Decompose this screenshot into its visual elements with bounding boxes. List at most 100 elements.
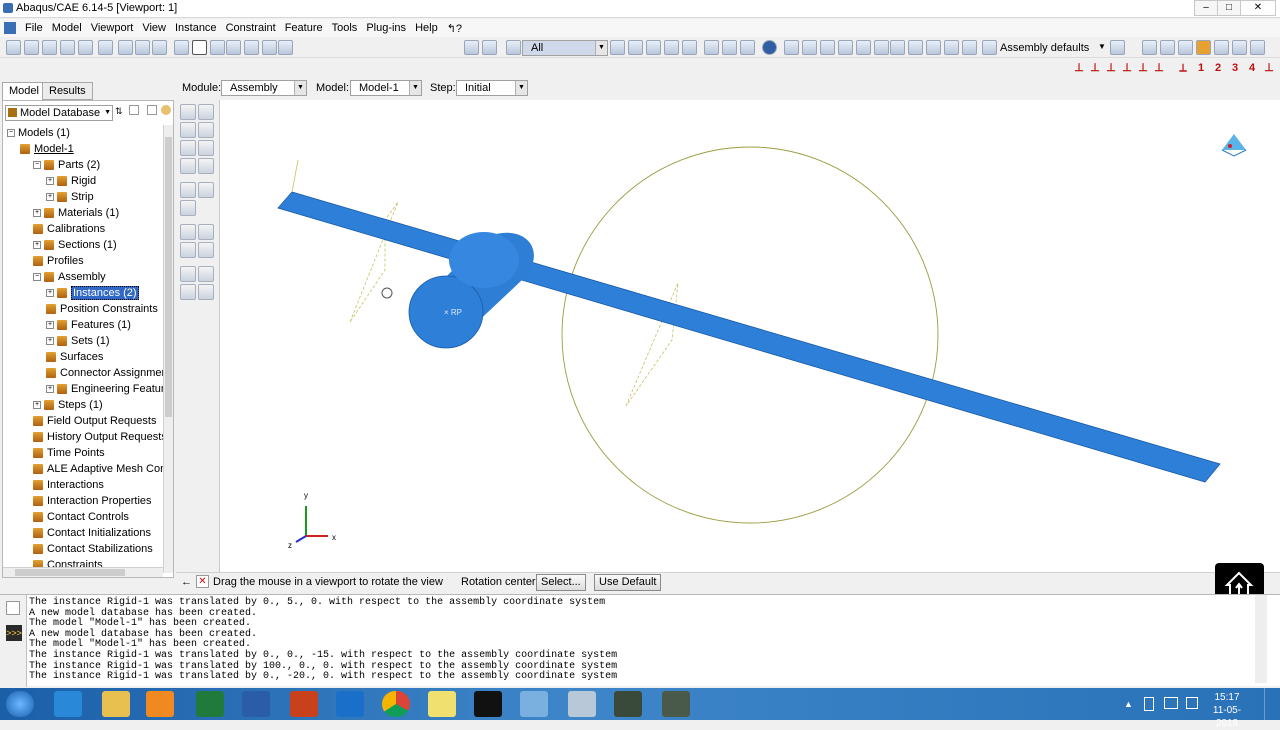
- view-front-icon[interactable]: ⊥: [1072, 61, 1086, 75]
- tab-model[interactable]: Model: [2, 82, 46, 100]
- collapse-icon[interactable]: −: [7, 129, 15, 138]
- list-icon[interactable]: [962, 40, 977, 55]
- color-code-icon[interactable]: [1110, 40, 1125, 55]
- grid-icon[interactable]: [1250, 40, 1265, 55]
- tree-item[interactable]: Interactions: [33, 477, 104, 493]
- network-icon[interactable]: [1164, 697, 1178, 709]
- expand-icon[interactable]: +: [33, 209, 41, 218]
- tree-item[interactable]: Contact Initializations: [33, 525, 151, 541]
- shaded-render-icon[interactable]: [1142, 40, 1157, 55]
- box-zoom-icon[interactable]: [226, 40, 241, 55]
- tree-item[interactable]: − Parts (2): [33, 157, 100, 173]
- rotate-instance-icon[interactable]: [180, 140, 196, 156]
- info-icon[interactable]: [762, 40, 777, 55]
- rotate-icon[interactable]: [192, 40, 207, 55]
- tree-item[interactable]: Field Output Requests: [33, 413, 156, 429]
- table-icon[interactable]: [944, 40, 959, 55]
- ruler-icon[interactable]: [464, 40, 479, 55]
- command-prompt-icon[interactable]: [474, 691, 502, 717]
- start-button[interactable]: [6, 691, 34, 717]
- media-player-icon[interactable]: [146, 691, 174, 717]
- menu-file[interactable]: File: [20, 22, 47, 34]
- expand-icon[interactable]: +: [46, 385, 54, 394]
- view-right-icon[interactable]: ⊥: [1152, 61, 1166, 75]
- ruler-2-icon[interactable]: [482, 40, 497, 55]
- tool-icon[interactable]: [98, 40, 113, 55]
- view-manager-icon[interactable]: [278, 40, 293, 55]
- print-icon[interactable]: [60, 40, 75, 55]
- assembly-icon[interactable]: [152, 40, 167, 55]
- assembly-model-view[interactable]: × RP y x z: [220, 100, 1280, 572]
- render-style-icon[interactable]: [982, 40, 997, 55]
- datum-point-icon[interactable]: [180, 224, 196, 240]
- open-icon[interactable]: [24, 40, 39, 55]
- back-arrow-icon[interactable]: ←: [181, 576, 192, 588]
- tree-item[interactable]: Connector Assignments: [46, 365, 163, 381]
- redo-icon[interactable]: [1232, 40, 1247, 55]
- query-icon[interactable]: [856, 40, 871, 55]
- tree-vertical-scrollbar[interactable]: [163, 125, 173, 573]
- app-taskbar-icon-2[interactable]: [662, 691, 690, 717]
- powerpoint-icon[interactable]: [290, 691, 318, 717]
- view-1-button[interactable]: 1: [1194, 61, 1208, 75]
- radial-pattern-icon[interactable]: [180, 122, 196, 138]
- tree-item[interactable]: + Rigid: [46, 173, 96, 189]
- filter-tree-icon[interactable]: [147, 105, 157, 115]
- text-annotation-icon[interactable]: [908, 40, 923, 55]
- cube-shaded-icon[interactable]: [740, 40, 755, 55]
- viewport-cascade-icon[interactable]: [820, 40, 835, 55]
- menu-view[interactable]: View: [137, 22, 170, 34]
- viewer-icon[interactable]: [568, 691, 596, 717]
- print-setup-icon[interactable]: [78, 40, 93, 55]
- face-to-face-icon[interactable]: [198, 182, 214, 198]
- use-default-button[interactable]: Use Default: [594, 574, 662, 591]
- model-database-dropdown[interactable]: Model Database ▼: [5, 105, 113, 121]
- menu-plugins[interactable]: Plug-ins: [361, 22, 410, 34]
- minimize-button[interactable]: –: [1194, 0, 1218, 16]
- cube-icon[interactable]: [722, 40, 737, 55]
- select-box-icon[interactable]: [628, 40, 643, 55]
- expand-icon[interactable]: +: [33, 241, 41, 250]
- triad-tool-icon[interactable]: [198, 266, 214, 282]
- system-clock[interactable]: 15:17 11-05-2018: [1204, 691, 1250, 730]
- view-3-button[interactable]: 3: [1228, 61, 1242, 75]
- sort-icon[interactable]: ⇅: [115, 106, 123, 117]
- menu-instance[interactable]: Instance: [170, 22, 221, 34]
- volume-icon[interactable]: [1186, 697, 1198, 709]
- expand-icon[interactable]: +: [46, 177, 54, 186]
- tree-item[interactable]: Contact Controls: [33, 509, 129, 525]
- message-scrollbar[interactable]: [1255, 595, 1267, 683]
- translate-instance-icon[interactable]: [198, 122, 214, 138]
- wireframe-render-icon[interactable]: [1160, 40, 1175, 55]
- chrome-icon[interactable]: [382, 691, 410, 717]
- show-desktop-button[interactable]: [1264, 688, 1278, 720]
- tree-item[interactable]: Profiles: [33, 253, 84, 269]
- lights-icon[interactable]: [1196, 40, 1211, 55]
- new-icon[interactable]: [6, 40, 21, 55]
- view-2-button[interactable]: 2: [1211, 61, 1225, 75]
- pointer-icon[interactable]: [926, 40, 941, 55]
- cycle-views-icon[interactable]: [262, 40, 277, 55]
- tree-item[interactable]: + Sections (1): [33, 237, 117, 253]
- cancel-icon[interactable]: ✕: [196, 575, 209, 588]
- collapse-icon[interactable]: −: [33, 273, 41, 282]
- select-circle-icon[interactable]: [664, 40, 679, 55]
- mesh-icon[interactable]: [118, 40, 133, 55]
- filter-icon[interactable]: [610, 40, 625, 55]
- pan-icon[interactable]: [174, 40, 189, 55]
- tree-item[interactable]: Position Constraints: [46, 301, 158, 317]
- tree-item[interactable]: + Features (1): [46, 317, 131, 333]
- edge-to-edge-icon[interactable]: [180, 200, 196, 216]
- internet-explorer-icon[interactable]: [54, 691, 82, 717]
- menu-constraint[interactable]: Constraint: [221, 22, 280, 34]
- battery-icon[interactable]: [1144, 697, 1154, 711]
- datum-icon[interactable]: [704, 40, 719, 55]
- message-area-icon[interactable]: [6, 601, 20, 615]
- menu-model[interactable]: Model: [47, 22, 86, 34]
- select-button[interactable]: Select...: [536, 574, 586, 591]
- tree-item[interactable]: + Instances (2): [46, 285, 139, 301]
- tree-item[interactable]: Surfaces: [46, 349, 103, 365]
- app-taskbar-icon[interactable]: [614, 691, 642, 717]
- merge-cut-icon[interactable]: [180, 158, 196, 174]
- tree-item[interactable]: History Output Requests: [33, 429, 163, 445]
